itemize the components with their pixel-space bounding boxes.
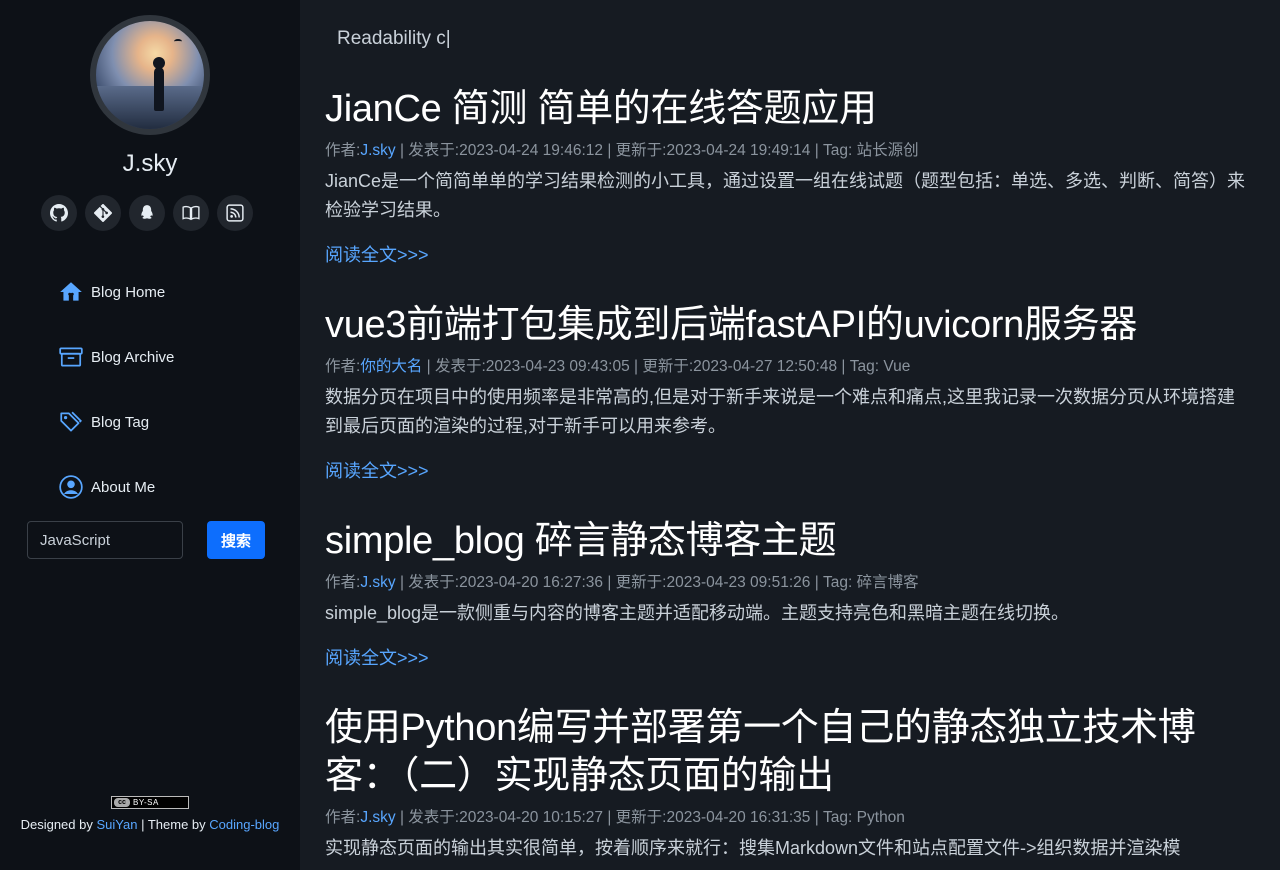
post-author-label: 作者: <box>325 574 361 591</box>
nav-blog-home-label: Blog Home <box>91 283 166 301</box>
post-excerpt: simple_blog是一款侧重与内容的博客主题并适配移动端。主题支持亮色和黑暗… <box>325 603 1070 623</box>
post-updated: | 更新于:2023-04-23 09:51:26 <box>607 574 811 591</box>
read-more-link[interactable]: 阅读全文>>> <box>325 457 429 483</box>
license-text: BY-SA <box>133 798 159 807</box>
search-input[interactable] <box>27 521 183 559</box>
license-badge[interactable]: cc BY-SA <box>111 796 189 809</box>
post-meta: 作者:J.sky | 发表于:2023-04-20 10:15:27 | 更新于… <box>325 808 1255 828</box>
post-excerpt: JianCe是一个简简单单的学习结果检测的小工具，通过设置一组在线试题（题型包括… <box>325 171 1246 220</box>
read-more-link[interactable]: 阅读全文>>> <box>325 644 429 670</box>
footer-separator: | Theme by <box>141 817 206 832</box>
qq-icon[interactable] <box>129 195 165 231</box>
nav-blog-tag-label: Blog Tag <box>91 413 150 431</box>
post-meta: 作者:你的大名 | 发表于:2023-04-23 09:43:05 | 更新于:… <box>325 357 1255 377</box>
cc-icon: cc <box>114 798 130 807</box>
post-published: | 发表于:2023-04-23 09:43:05 <box>426 358 630 375</box>
post-tag-label: | Tag: <box>814 574 853 591</box>
nav-blog-tag[interactable]: Blog Tag <box>58 407 174 437</box>
post-title[interactable]: simple_blog 碎言静态博客主题 <box>325 517 1255 565</box>
footer: Designed by SuiYan | Theme by Coding-blo… <box>20 815 280 835</box>
post-excerpt: 数据分页在项目中的使用频率是非常高的,但是对于新手来说是一个难点和痛点,这里我记… <box>325 387 1235 436</box>
nav-about-me[interactable]: About Me <box>58 472 174 502</box>
post-tag[interactable]: 站长源创 <box>857 142 919 159</box>
post-published: | 发表于:2023-04-20 16:27:36 <box>399 574 604 591</box>
post-author-link[interactable]: J.sky <box>360 142 395 159</box>
post-card: vue3前端打包集成到后端fastAPI的uvicorn服务器 作者:你的大名 … <box>325 301 1255 483</box>
sidebar: J.sky Blog Home Blog Archive Blog Tag Ab… <box>0 0 300 870</box>
post-author-label: 作者: <box>325 142 361 159</box>
post-author-link[interactable]: J.sky <box>360 809 395 826</box>
avatar[interactable] <box>90 15 210 135</box>
search-button[interactable]: 搜索 <box>207 521 265 559</box>
post-tag[interactable]: Vue <box>883 358 910 375</box>
typing-banner: Readability c| <box>337 28 451 49</box>
post-tag-label: | Tag: <box>841 358 880 375</box>
post-title[interactable]: JianCe 简测 简单的在线答题应用 <box>325 85 1255 133</box>
post-meta: 作者:J.sky | 发表于:2023-04-20 16:27:36 | 更新于… <box>325 573 1255 593</box>
main-content: Readability c| JianCe 简测 简单的在线答题应用 作者:J.… <box>325 0 1255 870</box>
post-published: | 发表于:2023-04-20 10:15:27 <box>399 809 604 826</box>
post-author-link[interactable]: J.sky <box>360 574 395 591</box>
post-updated: | 更新于:2023-04-27 12:50:48 <box>634 358 838 375</box>
sidebar-nav: Blog Home Blog Archive Blog Tag About Me <box>58 277 174 537</box>
nav-blog-home[interactable]: Blog Home <box>58 277 174 307</box>
post-excerpt: 实现静态页面的输出其实很简单，按着顺序来就行：搜集Markdown文件和站点配置… <box>325 838 1181 858</box>
post-tag-label: | Tag: <box>814 809 853 826</box>
post-title[interactable]: 使用Python编写并部署第一个自己的静态独立技术博客：（二）实现静态页面的输出 <box>325 704 1255 800</box>
nav-blog-archive-label: Blog Archive <box>91 348 175 366</box>
book-icon[interactable] <box>173 195 209 231</box>
post-tag-label: | Tag: <box>814 142 853 159</box>
footer-designed-by: Designed by <box>20 817 93 832</box>
post-tag[interactable]: 碎言博客 <box>857 574 919 591</box>
post-meta: 作者:J.sky | 发表于:2023-04-24 19:46:12 | 更新于… <box>325 141 1255 161</box>
read-more-link[interactable]: 阅读全文>>> <box>325 241 429 267</box>
footer-designer-link[interactable]: SuiYan <box>97 817 138 832</box>
rss-icon[interactable] <box>217 195 253 231</box>
nav-blog-archive[interactable]: Blog Archive <box>58 342 174 372</box>
social-links <box>41 195 253 231</box>
post-tag[interactable]: Python <box>857 809 905 826</box>
post-title[interactable]: vue3前端打包集成到后端fastAPI的uvicorn服务器 <box>325 301 1255 349</box>
post-card: simple_blog 碎言静态博客主题 作者:J.sky | 发表于:2023… <box>325 517 1255 670</box>
post-card: JianCe 简测 简单的在线答题应用 作者:J.sky | 发表于:2023-… <box>325 85 1255 267</box>
home-icon <box>60 282 82 301</box>
post-updated: | 更新于:2023-04-24 19:49:14 <box>607 142 811 159</box>
post-author-link[interactable]: 你的大名 <box>360 358 422 375</box>
git-icon[interactable] <box>85 195 121 231</box>
post-author-label: 作者: <box>325 358 361 375</box>
nav-about-me-label: About Me <box>91 478 156 496</box>
archive-icon <box>59 347 83 367</box>
github-icon[interactable] <box>41 195 77 231</box>
tag-icon <box>60 411 82 432</box>
user-icon <box>59 475 83 499</box>
site-name[interactable]: J.sky <box>0 150 300 178</box>
post-author-label: 作者: <box>325 809 361 826</box>
footer-theme-link[interactable]: Coding-blog <box>209 817 279 832</box>
post-published: | 发表于:2023-04-24 19:46:12 <box>399 142 604 159</box>
post-updated: | 更新于:2023-04-20 16:31:35 <box>607 809 811 826</box>
post-card: 使用Python编写并部署第一个自己的静态独立技术博客：（二）实现静态页面的输出… <box>325 704 1255 863</box>
